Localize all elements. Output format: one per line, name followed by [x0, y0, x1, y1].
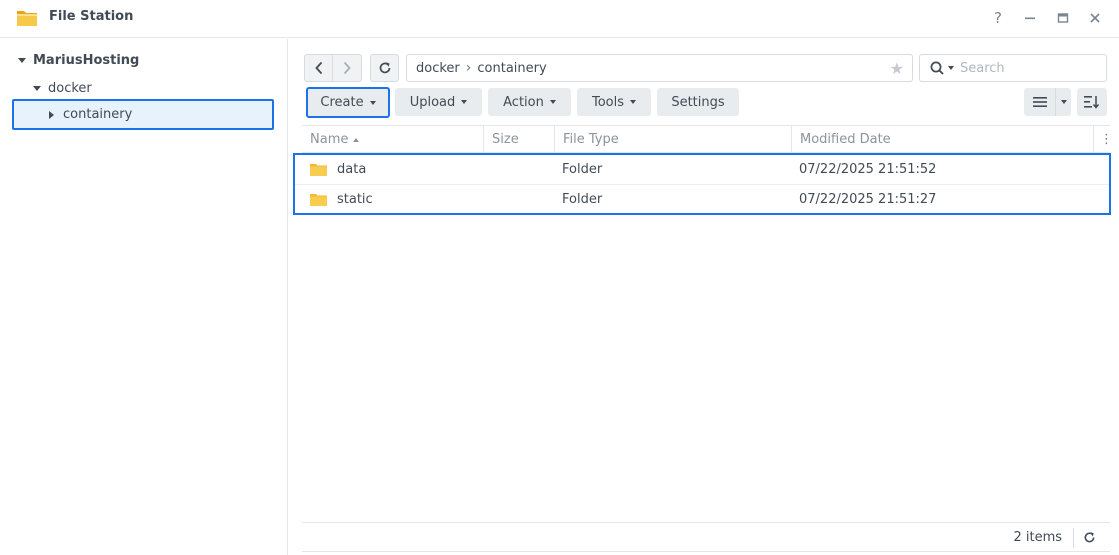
column-header-label: Modified Date [800, 132, 891, 147]
minimize-icon [1025, 17, 1035, 20]
column-header-label: Size [492, 132, 519, 147]
column-header-label: File Type [563, 132, 619, 147]
tools-button-label: Tools [591, 94, 625, 110]
column-header-size[interactable]: Size [484, 126, 555, 153]
view-mode-button[interactable] [1024, 88, 1055, 116]
refresh-icon[interactable] [1083, 531, 1096, 544]
upload-button[interactable]: Upload [395, 88, 482, 116]
expand-arrow-icon[interactable] [18, 57, 26, 63]
breadcrumb-separator: › [465, 60, 472, 76]
tree-item-label: docker [48, 80, 92, 96]
upload-button-label: Upload [409, 94, 456, 110]
item-count: 2 items [1013, 530, 1062, 545]
chevron-right-icon [343, 61, 351, 75]
breadcrumb-containery[interactable]: containery [477, 61, 546, 76]
search-input[interactable] [960, 60, 1090, 76]
refresh-icon [379, 62, 390, 74]
breadcrumb-docker[interactable]: docker [416, 61, 460, 76]
more-vertical-icon: ⋮ [1100, 132, 1113, 147]
folder-icon [310, 164, 327, 176]
column-options-button[interactable]: ⋮ [1094, 126, 1113, 153]
tree-item-containery[interactable]: containery [12, 99, 274, 130]
table-row[interactable]: data Folder 07/22/2025 21:51:52 [295, 155, 1109, 184]
title-bar: File Station ? [0, 0, 1119, 38]
maximize-button[interactable] [1052, 7, 1074, 29]
table-row[interactable]: static Folder 07/22/2025 21:51:27 [295, 184, 1109, 213]
dropdown-caret-icon [549, 100, 556, 104]
expand-arrow-icon[interactable] [33, 85, 41, 91]
sort-ascending-icon [353, 137, 360, 142]
tools-button[interactable]: Tools [577, 88, 651, 116]
minimize-button[interactable] [1019, 7, 1041, 29]
dropdown-caret-icon [630, 100, 637, 104]
search-icon[interactable] [930, 61, 946, 76]
search-options-caret-icon[interactable] [948, 66, 954, 70]
back-button[interactable] [304, 54, 333, 82]
file-name: static [337, 192, 373, 207]
dropdown-caret-icon [461, 100, 468, 104]
sort-button[interactable] [1077, 88, 1107, 116]
file-type: Folder [562, 192, 603, 207]
column-header-name[interactable]: Name [302, 126, 484, 153]
column-header-file-type[interactable]: File Type [555, 126, 792, 153]
favorite-star-icon[interactable]: ★ [890, 59, 904, 78]
file-type: Folder [562, 162, 603, 177]
path-bar[interactable]: docker › containery ★ [406, 54, 913, 82]
create-button[interactable]: Create [306, 87, 390, 118]
footer-divider [1073, 528, 1074, 548]
close-icon [1090, 13, 1100, 23]
action-button[interactable]: Action [488, 88, 571, 116]
refresh-button[interactable] [370, 54, 399, 82]
folder-icon [310, 194, 327, 206]
search-box[interactable] [919, 54, 1107, 82]
app-title: File Station [49, 9, 134, 24]
folder-tree-sidebar: MariusHosting docker containery [0, 39, 288, 555]
list-view-icon [1032, 97, 1047, 107]
collapse-arrow-icon[interactable] [49, 110, 54, 119]
file-name: data [337, 162, 367, 177]
dropdown-caret-icon [1060, 100, 1067, 104]
tree-item-mariushosting[interactable]: MariusHosting [18, 46, 139, 74]
chevron-left-icon [314, 61, 322, 75]
maximize-icon [1057, 13, 1069, 23]
forward-button[interactable] [333, 54, 362, 82]
dropdown-caret-icon [369, 100, 376, 105]
file-list: data Folder 07/22/2025 21:51:52 static F… [293, 153, 1111, 215]
create-button-label: Create [320, 95, 364, 110]
settings-button[interactable]: Settings [657, 88, 739, 116]
file-station-app-icon [17, 11, 37, 26]
close-button[interactable] [1084, 7, 1106, 29]
modified-date: 07/22/2025 21:51:27 [799, 192, 937, 207]
tree-item-label: MariusHosting [33, 52, 140, 68]
action-button-label: Action [503, 94, 544, 110]
help-icon: ? [994, 9, 1002, 27]
column-header-label: Name [310, 132, 349, 147]
help-button[interactable]: ? [987, 7, 1009, 29]
tree-item-label: containery [63, 107, 133, 122]
column-header-modified-date[interactable]: Modified Date [792, 126, 1094, 153]
modified-date: 07/22/2025 21:51:52 [799, 162, 937, 177]
settings-button-label: Settings [671, 94, 725, 110]
tree-item-docker[interactable]: docker [33, 74, 92, 102]
view-mode-dropdown[interactable] [1055, 88, 1071, 116]
table-header: Name Size File Type Modified Date ⋮ [302, 125, 1113, 153]
status-bar: 2 items [302, 522, 1110, 552]
sort-icon [1084, 96, 1100, 109]
